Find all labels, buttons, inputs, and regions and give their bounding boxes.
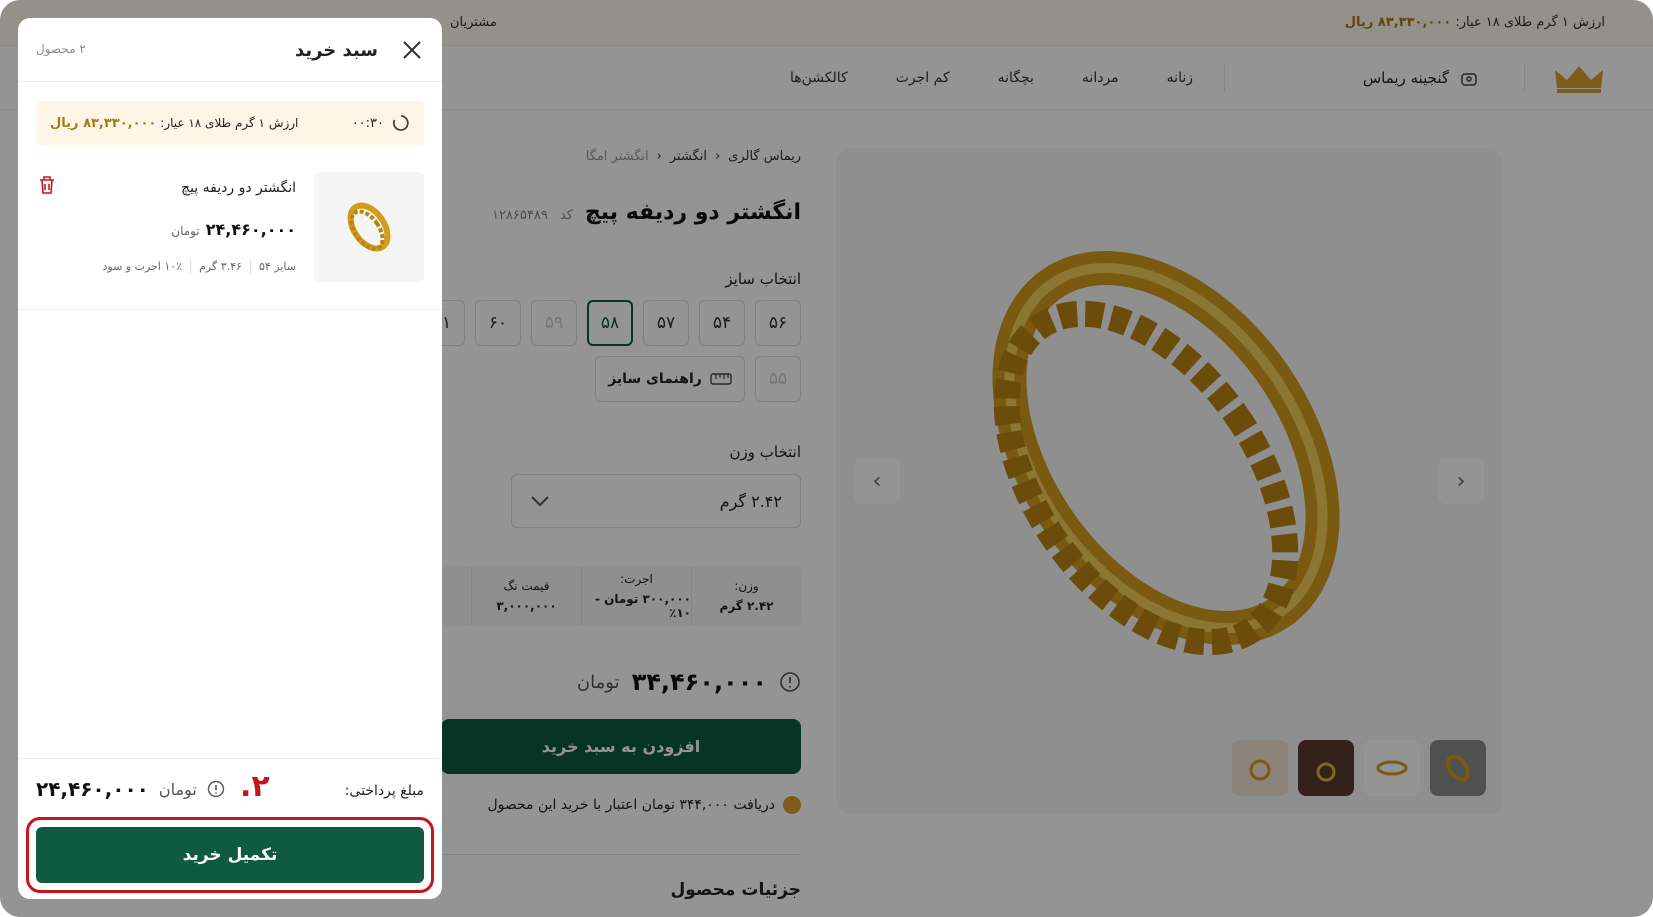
ring-image bbox=[347, 202, 391, 252]
cart-drawer: سبد خرید ۲ محصول ۰۰:۳۰ ارزش ۱ گرم طلای ۱… bbox=[18, 18, 442, 899]
cart-header: سبد خرید ۲ محصول bbox=[18, 18, 442, 82]
cart-total: تومان ۲۴,۴۶۰,۰۰۰ bbox=[36, 777, 225, 801]
cart-item-wage: ۱۰٪ اجرت و سود bbox=[102, 260, 183, 273]
cart-rate-label: ارزش ۱ گرم طلای ۱۸ عیار: bbox=[160, 115, 299, 130]
total-currency: تومان bbox=[158, 779, 197, 799]
step-marker: .۲ bbox=[240, 769, 270, 804]
cart-rate-text: ارزش ۱ گرم طلای ۱۸ عیار: ۸۳,۳۳۰,۰۰۰ ریال bbox=[50, 116, 298, 131]
trash-icon[interactable] bbox=[36, 174, 58, 196]
divider bbox=[249, 260, 251, 274]
cart-gold-rate: ۰۰:۳۰ ارزش ۱ گرم طلای ۱۸ عیار: ۸۳,۳۳۰,۰۰… bbox=[36, 101, 424, 145]
checkout-button[interactable]: تکمیل خرید bbox=[36, 827, 424, 883]
cart-item-size: سایز ۵۴ bbox=[258, 260, 296, 273]
cart-item-image[interactable] bbox=[314, 172, 424, 282]
refresh-timer-icon bbox=[392, 115, 409, 131]
cart-item-name: انگشتر دو ردیفه پیچ bbox=[181, 180, 296, 196]
cart-item-meta: سایز ۵۴ ۳.۴۶ گرم ۱۰٪ اجرت و سود bbox=[102, 260, 296, 274]
price-timer: ۰۰:۳۰ bbox=[352, 114, 410, 132]
cart-footer: مبلغ پرداختی: .۲ تومان ۲۴,۴۶۰,۰۰۰ تکمیل … bbox=[18, 758, 442, 899]
close-icon[interactable] bbox=[400, 38, 424, 62]
cart-item-price: ۲۴,۴۶۰,۰۰۰ تومان bbox=[171, 220, 296, 239]
cart-count: ۲ محصول bbox=[36, 42, 86, 56]
cart-item-weight: ۳.۴۶ گرم bbox=[199, 260, 242, 273]
timer-value: ۰۰:۳۰ bbox=[351, 115, 384, 131]
info-icon[interactable] bbox=[207, 780, 225, 798]
cart-title: سبد خرید bbox=[294, 40, 378, 61]
divider bbox=[190, 260, 192, 274]
page-frame: ارزش ۱ گرم طلای ۱۸ عیار: ۸۳,۳۳۰,۰۰۰ ریال… bbox=[0, 0, 1653, 917]
cart-rate-value: ۸۳,۳۳۰,۰۰۰ ریال bbox=[50, 115, 157, 131]
total-value: ۲۴,۴۶۰,۰۰۰ bbox=[36, 777, 149, 801]
cart-item: انگشتر دو ردیفه پیچ ۲۴,۴۶۰,۰۰۰ تومان سای… bbox=[18, 168, 442, 310]
cart-item-currency: تومان bbox=[171, 224, 200, 238]
cart-item-price-value: ۲۴,۴۶۰,۰۰۰ bbox=[205, 220, 296, 239]
pay-label: مبلغ پرداختی: bbox=[344, 783, 424, 799]
